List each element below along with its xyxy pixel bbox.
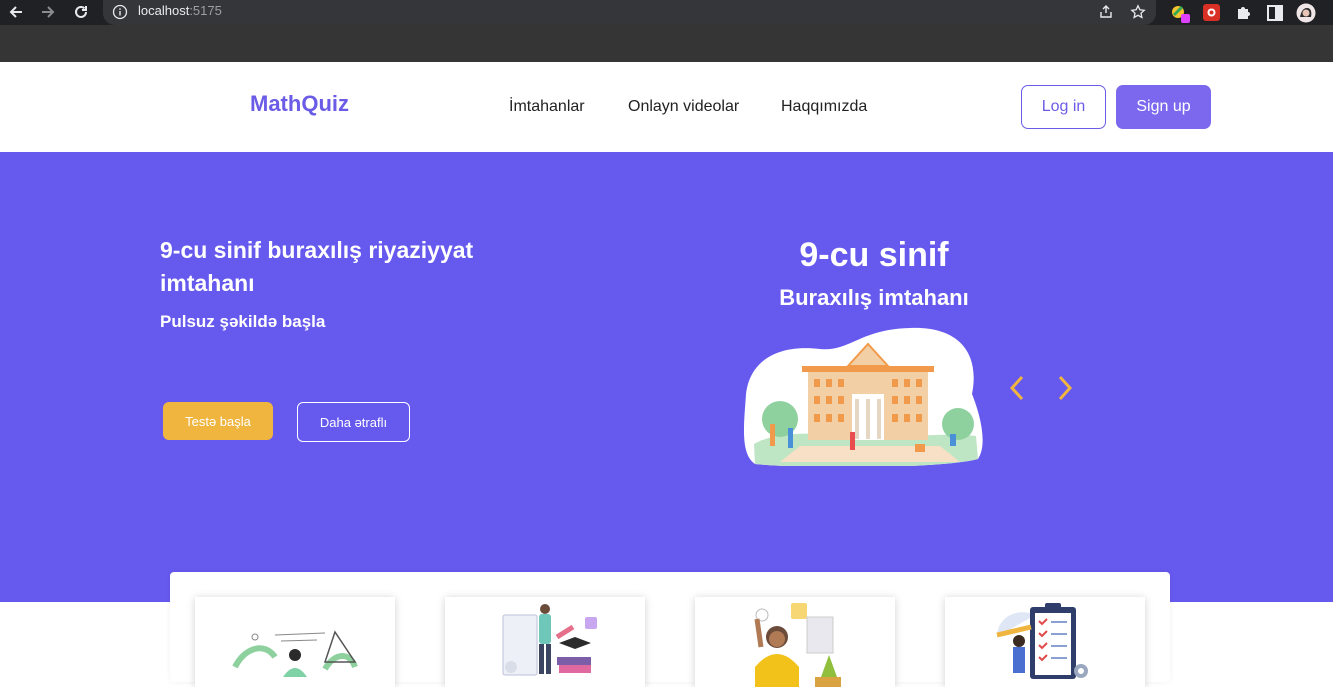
reload-icon[interactable]: [71, 3, 91, 21]
math-student-illustration: [232, 630, 358, 677]
carousel-next-icon[interactable]: [1055, 374, 1075, 402]
slide-title: 9-cu sinif: [799, 236, 949, 274]
browser-toolbar: localhost:5175: [0, 0, 1333, 25]
signup-button[interactable]: Sign up: [1116, 85, 1211, 129]
back-arrow-icon[interactable]: [6, 3, 26, 21]
nav-link-exams[interactable]: İmtahanlar: [509, 98, 585, 116]
learn-more-button[interactable]: Daha ətraflı: [297, 402, 410, 442]
star-icon[interactable]: [1130, 4, 1146, 20]
feature-card[interactable]: [945, 597, 1145, 687]
browser-bookmark-area: [0, 25, 1333, 62]
profile-avatar[interactable]: [1296, 3, 1316, 23]
login-button[interactable]: Log in: [1021, 85, 1106, 129]
address-bar[interactable]: localhost:5175: [103, 0, 1156, 25]
carousel-prev-icon[interactable]: [1007, 374, 1027, 402]
hero-title: 9-cu sinif buraxılış riyaziyyat imtahanı: [160, 237, 474, 296]
nav-link-videos[interactable]: Onlayn videolar: [628, 98, 739, 116]
share-icon[interactable]: [1098, 4, 1114, 20]
slide-subtitle: Buraxılış imtahanı: [779, 285, 969, 310]
happy-student-illustration: [754, 603, 841, 687]
nav-link-about[interactable]: Haqqımızda: [781, 98, 867, 116]
checklist-illustration: [996, 603, 1088, 679]
feature-card[interactable]: [195, 597, 395, 687]
site-logo[interactable]: MathQuiz: [250, 91, 349, 117]
url-text: localhost:5175: [138, 3, 222, 18]
sidepanel-icon[interactable]: [1265, 3, 1285, 23]
start-test-button[interactable]: Testə başla: [163, 402, 273, 440]
hero-section: 9-cu sinif buraxılış riyaziyyat imtahanı…: [0, 152, 1333, 602]
extension-red-icon[interactable]: [1202, 3, 1222, 23]
feature-card[interactable]: [445, 597, 645, 687]
exam-student-illustration: [502, 604, 597, 676]
extension-color-icon[interactable]: [1170, 3, 1190, 23]
info-icon[interactable]: [112, 4, 128, 20]
forward-arrow-icon[interactable]: [38, 3, 58, 21]
hero-subtitle: Pulsuz şəkildə başla: [160, 312, 326, 331]
feature-card[interactable]: [695, 597, 895, 687]
site-header: MathQuiz İmtahanlar Onlayn videolar Haqq…: [0, 62, 1333, 152]
puzzle-icon[interactable]: [1234, 3, 1254, 23]
school-building-illustration: [743, 327, 983, 466]
